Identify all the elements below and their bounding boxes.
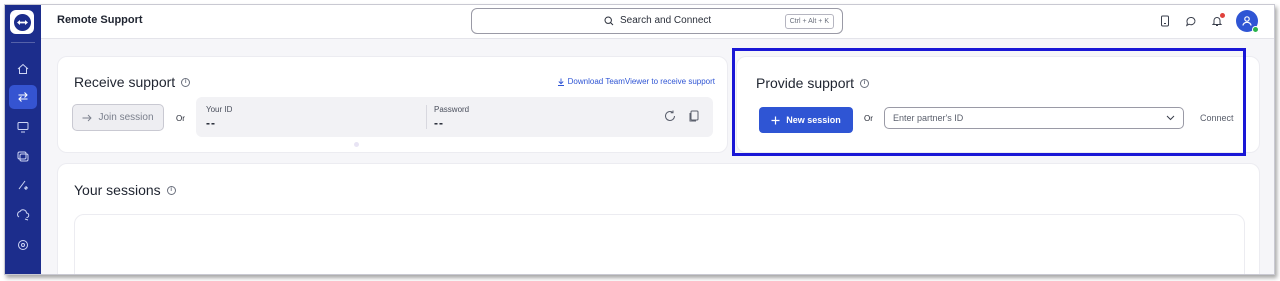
password-value: -- — [434, 116, 444, 130]
join-session-button[interactable]: Join session — [72, 104, 164, 131]
search-shortcut-badge: Ctrl + Alt + K — [784, 14, 834, 29]
search-placeholder-group: Search and Connect — [604, 15, 711, 26]
copy-icon[interactable] — [687, 109, 701, 123]
sidebar-divider — [11, 42, 35, 43]
receive-support-heading: Receive support i — [74, 74, 191, 90]
arrow-right-icon — [82, 114, 93, 121]
your-sessions-card: Your sessions i — [57, 163, 1260, 274]
notifications-button[interactable] — [1210, 13, 1225, 28]
refresh-icon[interactable] — [663, 109, 677, 123]
sessions-list-panel — [74, 214, 1245, 274]
chat-icon — [1185, 16, 1196, 27]
sidebar-item-settings[interactable] — [9, 233, 37, 257]
top-header: Remote Support Search and Connect Ctrl +… — [41, 5, 1274, 39]
teamviewer-logo[interactable] — [10, 10, 34, 34]
download-teamviewer-link[interactable]: Download TeamViewer to receive support — [557, 77, 715, 86]
online-status-dot — [1252, 26, 1259, 33]
sidebar-item-tools[interactable] — [9, 173, 37, 197]
avatar[interactable] — [1236, 10, 1259, 33]
home-icon — [17, 63, 29, 74]
your-sessions-heading: Your sessions i — [74, 182, 176, 198]
app-window: Remote Support Search and Connect Ctrl +… — [4, 4, 1275, 275]
sessions-icon — [17, 151, 29, 162]
download-icon — [557, 78, 564, 86]
sidebar-item-devices[interactable] — [9, 115, 37, 139]
receive-support-card: Receive support i Download TeamViewer to… — [57, 56, 728, 153]
sidebar — [5, 5, 41, 274]
sidebar-item-remote-support[interactable] — [9, 85, 37, 109]
receive-support-title: Receive support — [74, 74, 176, 90]
sidebar-item-home[interactable] — [9, 57, 37, 81]
download-link-label: Download TeamViewer to receive support — [567, 77, 715, 86]
device-button[interactable] — [1158, 14, 1172, 28]
app-title: Remote Support — [57, 14, 143, 26]
decorative-dot — [354, 142, 359, 147]
your-id-value: -- — [206, 116, 216, 130]
search-icon — [604, 15, 614, 25]
tools-icon — [18, 180, 28, 190]
devices-icon — [17, 122, 29, 133]
password-label: Password — [434, 105, 470, 114]
header-actions — [1158, 10, 1259, 33]
remote-support-icon — [18, 92, 28, 102]
search-placeholder: Search and Connect — [620, 15, 712, 26]
cloud-connect-icon — [17, 209, 30, 221]
info-icon[interactable]: i — [181, 77, 191, 87]
provide-support-highlight — [732, 48, 1246, 156]
user-icon — [1242, 16, 1252, 26]
your-id-label: Your ID — [206, 105, 233, 114]
sidebar-item-cloud-connect[interactable] — [9, 203, 37, 227]
chat-button[interactable] — [1184, 14, 1198, 28]
sidebar-item-sessions[interactable] — [9, 144, 37, 168]
join-session-label: Join session — [98, 112, 154, 123]
your-sessions-title: Your sessions — [74, 182, 161, 198]
search-bar[interactable]: Search and Connect Ctrl + Alt + K — [471, 8, 843, 34]
id-actions — [663, 109, 701, 123]
or-label: Or — [176, 114, 185, 123]
id-divider — [426, 105, 427, 129]
notification-dot — [1220, 13, 1225, 18]
info-icon[interactable]: i — [166, 185, 176, 195]
device-icon — [1161, 15, 1169, 27]
settings-icon — [18, 240, 28, 250]
id-password-panel: Your ID -- Password -- — [196, 97, 713, 137]
